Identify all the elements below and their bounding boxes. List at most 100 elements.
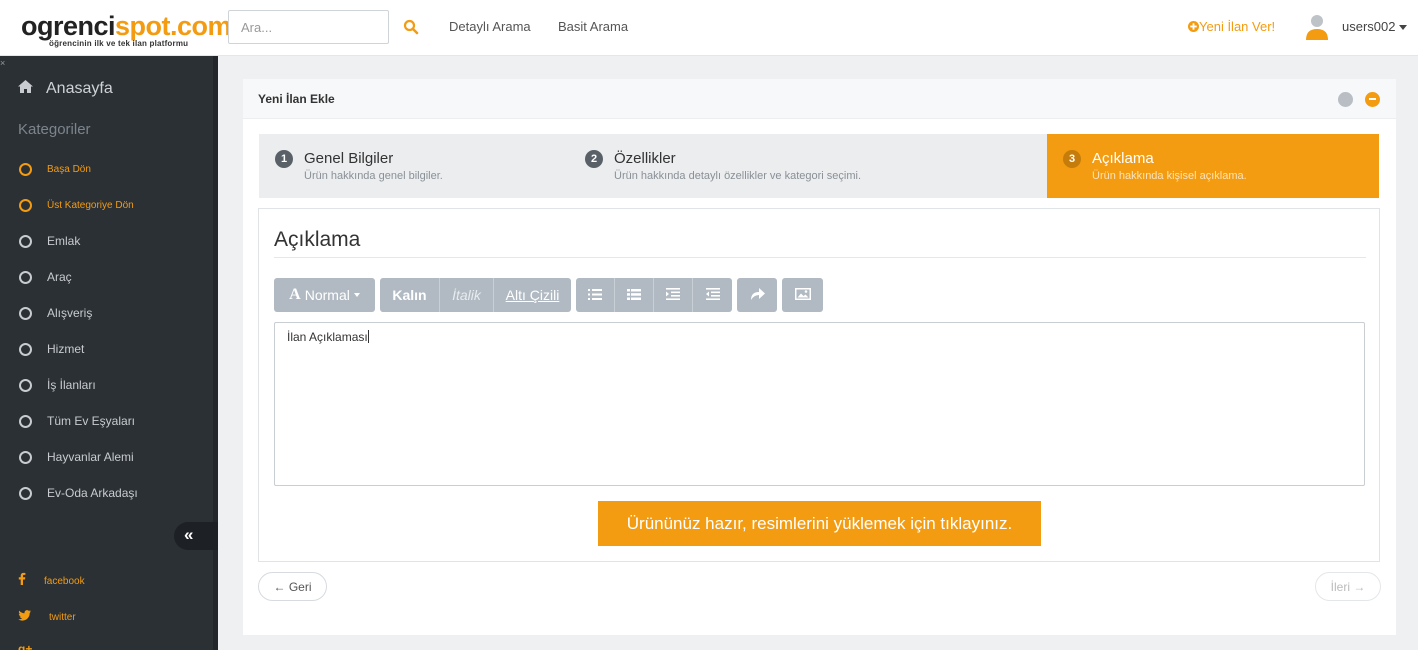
sidebar-item-label: Hizmet [47,342,85,356]
main-panel: Yeni İlan Ekle 1 Genel Bilgiler Ürün hak… [243,79,1396,635]
sidebar-item-label: Başa Dön [47,164,91,175]
sidebar-item-label: Ev-Oda Arkadaşı [47,486,138,500]
social-google[interactable]: g+ [18,642,32,650]
chevron-down-icon [353,293,360,297]
panel-header: Yeni İlan Ekle [243,79,1396,119]
circle-icon [19,414,32,428]
categories-heading: Kategoriler [18,121,91,138]
avatar-icon[interactable] [1305,13,1329,41]
sidebar-item-alisveris[interactable]: Alışveriş [19,306,92,320]
sidebar-item-label: Hayvanlar Alemi [47,450,134,464]
logo-text-part2: spot.com [115,11,232,41]
sidebar-item-label: İş İlanları [47,378,96,392]
double-chevron-left-icon: « [184,525,194,544]
circle-icon [19,378,32,392]
circle-icon [19,234,32,248]
step-title: Genel Bilgiler [304,150,394,167]
top-header: ogrencispot.com öğrencinin ilk ve tek il… [0,0,1418,56]
new-listing-label: Yeni İlan Ver! [1199,19,1276,34]
sidebar-item-emlak[interactable]: Emlak [19,234,80,248]
editor-text: İlan Açıklaması [287,330,368,344]
username-label[interactable]: users002 [1342,19,1395,34]
outdent-icon [705,287,720,303]
text-style-dropdown[interactable]: A Normal [274,278,375,312]
plus-circle-icon [1188,21,1199,32]
circle-icon [19,342,32,356]
upload-images-button[interactable]: Ürününüz hazır, resimlerini yüklemek içi… [598,501,1041,546]
sidebar-item-parent-category[interactable]: Üst Kategoriye Dön [19,199,134,212]
step-title: Açıklama [1092,150,1154,167]
wizard-step-features[interactable]: 2 Özellikler Ürün hakkında detaylı özell… [585,134,1035,198]
sidebar-item-label: Araç [47,270,72,284]
step-description: Ürün hakkında kişisel açıklama. [1092,170,1247,182]
step-number: 3 [1063,150,1081,168]
previous-button[interactable]: ← Geri [258,572,327,601]
circle-icon [19,306,32,320]
indent-icon [666,287,680,303]
facebook-icon [18,572,26,590]
redo-icon [750,287,765,303]
collapse-sidebar-button[interactable]: « [174,522,218,550]
bulleted-list-button[interactable] [576,278,615,312]
italic-button[interactable]: İtalik [440,278,494,312]
page-title: Yeni İlan Ekle [258,92,335,106]
sidebar-item-arac[interactable]: Araç [19,270,72,284]
description-editor[interactable]: İlan Açıklaması [274,322,1365,486]
unordered-list-icon [588,287,602,303]
ordered-list-icon [627,287,641,303]
circle-icon [19,450,32,464]
circle-icon [19,486,32,500]
logo-text-part1: ogrenci [21,11,116,41]
numbered-list-button[interactable] [615,278,654,312]
bold-button[interactable]: Kalın [380,278,440,312]
text-cursor [367,330,369,343]
text-style-label: Normal [304,287,350,303]
search-icon[interactable] [403,19,419,35]
sidebar-item-home[interactable]: Anasayfa [18,80,113,98]
social-label: twitter [49,611,76,623]
description-form: Açıklama A Normal Kalın İtalik Altı Çizi… [258,208,1380,562]
wizard-step-general[interactable]: 1 Genel Bilgiler Ürün hakkında genel bil… [275,134,575,198]
chevron-down-icon[interactable] [1399,25,1407,30]
sidebar-item-back-to-top[interactable]: Başa Dön [19,163,91,176]
sidebar-item-hayvanlar[interactable]: Hayvanlar Alemi [19,450,134,464]
expand-icon[interactable] [1338,92,1353,107]
minimize-icon[interactable] [1365,92,1380,107]
social-facebook[interactable]: facebook [18,572,85,590]
sidebar-item-label: Anasayfa [46,80,113,97]
site-logo[interactable]: ogrencispot.com öğrencinin ilk ve tek il… [21,11,232,52]
social-label: facebook [44,575,85,587]
next-button[interactable]: İleri → [1315,572,1381,601]
wizard-steps: 1 Genel Bilgiler Ürün hakkında genel bil… [259,134,1379,198]
sidebar-item-hizmet[interactable]: Hizmet [19,342,84,356]
font-icon: A [289,286,301,303]
sidebar-item-is-ilanlari[interactable]: İş İlanları [19,378,96,392]
basic-search-link[interactable]: Basit Arama [558,19,628,34]
editor-toolbar: A Normal Kalın İtalik Altı Çizili [274,278,828,312]
sidebar-item-ev-esyalari[interactable]: Tüm Ev Eşyaları [19,414,135,428]
step-description: Ürün hakkında detaylı özellikler ve kate… [614,170,862,182]
sidebar-edge [213,56,218,650]
step-number: 1 [275,150,293,168]
wizard-step-description[interactable]: 3 Açıklama Ürün hakkında kişisel açıklam… [1047,134,1379,198]
new-listing-link[interactable]: Yeni İlan Ver! [1188,19,1275,34]
sidebar-item-label: Üst Kategoriye Dön [47,200,134,211]
indent-button[interactable] [654,278,693,312]
step-description: Ürün hakkında genel bilgiler. [304,170,443,182]
outdent-button[interactable] [693,278,732,312]
sidebar-item-label: Alışveriş [47,306,93,320]
divider [274,257,1366,258]
close-icon[interactable]: × [0,58,5,68]
circle-icon [19,199,32,212]
insert-image-button[interactable] [782,278,823,312]
home-icon [18,80,33,98]
social-twitter[interactable]: twitter [18,608,76,626]
search-input[interactable] [228,10,389,44]
redo-button[interactable] [737,278,777,312]
twitter-icon [18,608,31,626]
google-plus-icon: g+ [18,642,33,650]
underline-button[interactable]: Altı Çizili [494,278,571,312]
circle-icon [19,270,32,284]
sidebar-item-oda-arkadasi[interactable]: Ev-Oda Arkadaşı [19,486,138,500]
detailed-search-link[interactable]: Detaylı Arama [449,19,531,34]
